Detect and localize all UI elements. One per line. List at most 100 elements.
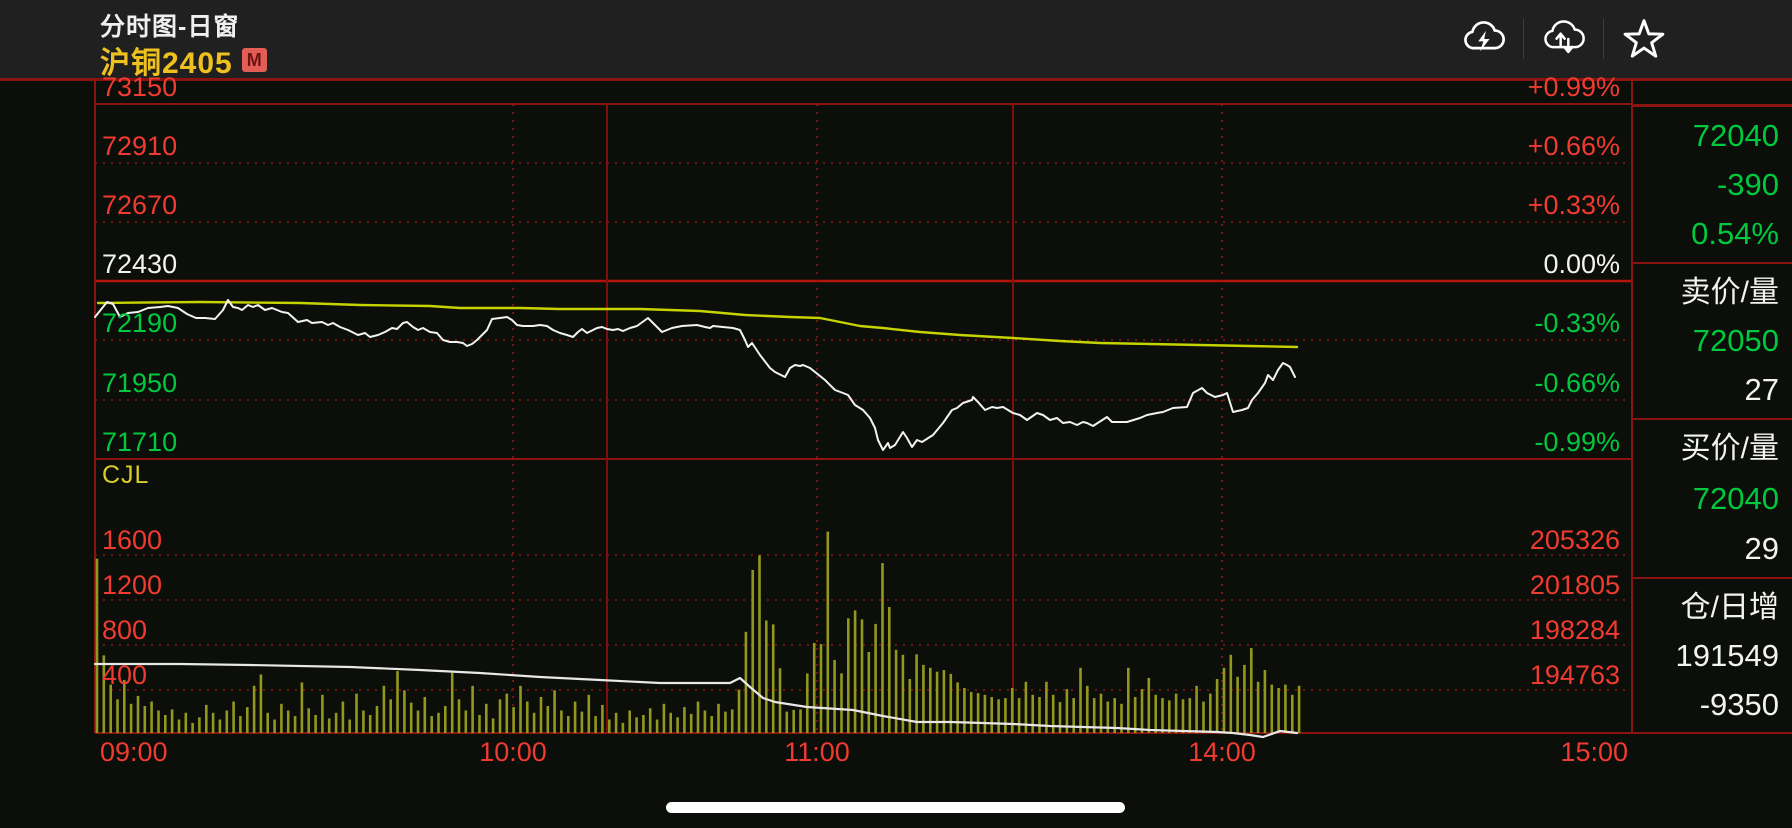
- volume-bar: [191, 723, 194, 733]
- bid-label: 买价/量: [1632, 432, 1792, 465]
- volume-bar: [1291, 695, 1294, 733]
- volume-bar: [1195, 686, 1198, 733]
- percent-level-label: -0.66%: [1534, 369, 1620, 397]
- volume-bar: [1134, 697, 1137, 733]
- volume-bar: [758, 555, 761, 733]
- volume-bar: [833, 660, 836, 733]
- percent-level-label: -0.99%: [1534, 428, 1620, 456]
- volume-bar: [704, 711, 707, 734]
- volume-bar: [820, 644, 823, 733]
- intraday-chart-surface[interactable]: [0, 0, 1792, 828]
- cloud-lightning-icon: [1461, 17, 1507, 61]
- ask-price: 72050: [1632, 324, 1792, 357]
- oi-scale-label: 201805: [1530, 571, 1620, 599]
- volume-bar: [1243, 665, 1246, 733]
- volume-bar: [731, 709, 734, 733]
- volume-bar: [984, 695, 987, 733]
- volume-bar: [1011, 688, 1014, 733]
- volume-bar: [246, 707, 249, 733]
- volume-bar: [164, 715, 167, 733]
- volume-bar: [1148, 678, 1151, 733]
- volume-bar: [588, 695, 591, 733]
- volume-bar: [287, 711, 290, 734]
- volume-bar: [854, 610, 857, 733]
- volume-bar: [902, 655, 905, 733]
- volume-bar: [533, 713, 536, 733]
- price-level-label: 72430: [102, 250, 177, 278]
- volume-bar: [861, 619, 864, 733]
- ask-volume: 27: [1632, 373, 1792, 406]
- volume-bar: [888, 607, 891, 733]
- volume-bar: [1059, 702, 1062, 733]
- volume-bar: [970, 692, 973, 733]
- bid-price: 72040: [1632, 482, 1792, 515]
- volume-bar: [874, 624, 877, 733]
- volume-bar: [567, 716, 570, 733]
- volume-bar: [301, 682, 304, 733]
- volume-bar: [772, 624, 775, 733]
- volume-bar: [847, 618, 850, 733]
- volume-bar: [956, 682, 959, 733]
- volume-bar: [417, 711, 420, 734]
- volume-bar: [1154, 695, 1157, 733]
- cloud-lightning-button[interactable]: [1444, 16, 1523, 62]
- cloud-sync-button[interactable]: [1524, 16, 1603, 62]
- time-axis-label: 15:00: [1560, 738, 1628, 766]
- volume-bar: [1168, 700, 1171, 733]
- volume-bar: [1236, 677, 1239, 733]
- percent-level-label: +0.66%: [1528, 132, 1620, 160]
- volume-bar: [471, 686, 474, 733]
- volume-bar: [540, 697, 543, 733]
- volume-bar: [205, 705, 208, 733]
- ask-box: 卖价/量 72050 27: [1632, 262, 1792, 418]
- volume-bar: [779, 668, 782, 733]
- volume-bar: [751, 570, 754, 733]
- volume-bar: [1257, 682, 1260, 733]
- volume-bar: [881, 563, 884, 733]
- volume-bar: [437, 713, 440, 733]
- volume-bar: [369, 715, 372, 733]
- home-indicator[interactable]: [666, 802, 1125, 813]
- volume-bar: [212, 713, 215, 733]
- volume-bar: [649, 708, 652, 733]
- volume-bar: [615, 713, 618, 733]
- volume-bar: [465, 711, 468, 734]
- volume-bar: [628, 711, 631, 734]
- volume-bar: [690, 714, 693, 733]
- volume-bar: [396, 671, 399, 733]
- volume-bar: [519, 686, 522, 733]
- volume-scale-label: 1600: [102, 526, 162, 554]
- volume-bar: [840, 673, 843, 733]
- volume-bar: [219, 720, 222, 734]
- volume-bar: [451, 673, 454, 733]
- volume-bar: [574, 702, 577, 734]
- volume-bar: [1209, 694, 1212, 733]
- volume-bar: [710, 716, 713, 733]
- volume-bar: [458, 699, 461, 733]
- oi-scale-label: 194763: [1530, 661, 1620, 689]
- volume-bar: [786, 712, 789, 733]
- percent-level-label: +0.99%: [1528, 73, 1620, 101]
- volume-bar: [594, 716, 597, 733]
- volume-bar: [929, 668, 932, 733]
- volume-bar: [273, 720, 276, 734]
- volume-bar: [1250, 648, 1253, 733]
- volume-bar: [724, 712, 727, 733]
- volume-bar: [656, 720, 659, 734]
- volume-bar: [895, 650, 898, 733]
- volume-bar: [963, 688, 966, 733]
- price-level-label: 72910: [102, 132, 177, 160]
- price-change: -390: [1632, 168, 1792, 201]
- volume-bar: [1202, 702, 1205, 734]
- volume-bar: [185, 713, 188, 733]
- oi-scale-label: 205326: [1530, 526, 1620, 554]
- favorite-button[interactable]: [1604, 16, 1683, 62]
- volume-bar: [424, 697, 427, 733]
- volume-bar: [1182, 699, 1185, 733]
- volume-bar: [1223, 668, 1226, 733]
- volume-bar: [1161, 698, 1164, 733]
- volume-bar: [943, 670, 946, 733]
- price-level-label: 71710: [102, 428, 177, 456]
- volume-bar: [512, 707, 515, 733]
- volume-bar: [1038, 697, 1041, 733]
